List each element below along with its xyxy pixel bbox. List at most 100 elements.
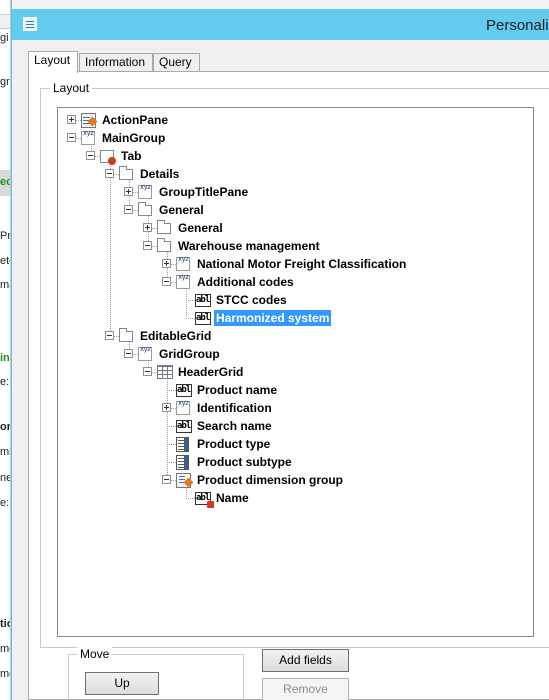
background-text: mar <box>0 279 10 291</box>
tab-information[interactable]: Information <box>79 53 153 72</box>
expand-icon[interactable] <box>143 223 152 232</box>
folder-icon <box>138 202 152 216</box>
collapse-icon[interactable] <box>86 151 95 160</box>
collapse-icon[interactable] <box>124 349 133 358</box>
tree-node[interactable]: Tab <box>58 147 528 165</box>
folder-icon <box>157 238 171 252</box>
field-group-icon <box>138 183 152 199</box>
tree-node-label[interactable]: GridGroup <box>157 346 222 362</box>
reference-group-icon <box>176 473 191 488</box>
background-text: ete <box>0 255 10 267</box>
tree-node[interactable]: EditableGrid <box>58 327 528 345</box>
tree-node[interactable]: Product dimension group <box>58 471 528 489</box>
background-text: Pro <box>0 230 11 242</box>
tab-layout[interactable]: Layout <box>28 51 78 73</box>
collapse-icon[interactable] <box>143 367 152 376</box>
collapse-icon[interactable] <box>124 205 133 214</box>
tree-node-label[interactable]: ActionPane <box>100 112 170 128</box>
grid-icon <box>157 365 173 379</box>
tree-node-label[interactable]: Details <box>138 166 181 182</box>
tree-node-label[interactable]: GroupTitlePane <box>157 184 250 200</box>
tree-node[interactable]: Warehouse management <box>58 237 528 255</box>
tree-node[interactable]: Identification <box>58 399 528 417</box>
tree-node[interactable]: Product subtype <box>58 453 528 471</box>
tree-node[interactable]: STCC codes <box>58 291 528 309</box>
title-bar[interactable]: Personaliz <box>12 9 549 40</box>
tree-node-label[interactable]: Search name <box>195 418 274 434</box>
tree-node-label[interactable]: Product type <box>195 436 272 452</box>
collapse-icon[interactable] <box>143 241 152 250</box>
tree-node[interactable]: HeaderGrid <box>58 363 528 381</box>
tree-node[interactable]: General <box>58 201 528 219</box>
tree-node-label[interactable]: MainGroup <box>100 130 167 146</box>
tree-node-label[interactable]: General <box>176 220 225 236</box>
string-field-icon <box>195 294 211 307</box>
tree-node[interactable]: MainGroup <box>58 129 528 147</box>
tree-node-label[interactable]: Name <box>214 490 251 506</box>
tree-node-label[interactable]: Harmonized system <box>214 310 332 326</box>
background-text: ec <box>0 176 10 188</box>
combobox-icon <box>176 455 189 470</box>
tree-node[interactable]: Details <box>58 165 528 183</box>
layout-tab-page: Layout ActionPane MainGroup Tab Details Grou… <box>28 71 549 700</box>
tree-node-label[interactable]: Product name <box>195 382 279 398</box>
string-field-icon <box>176 420 192 433</box>
tree-node[interactable]: ActionPane <box>58 111 528 129</box>
tree-node-label[interactable]: Additional codes <box>195 274 296 290</box>
tab-query[interactable]: Query <box>153 53 200 72</box>
collapse-icon[interactable] <box>162 277 171 286</box>
tree-node[interactable]: Product type <box>58 435 528 453</box>
remove-button[interactable]: Remove <box>262 678 349 700</box>
action-pane-icon <box>81 113 96 128</box>
background-text: me <box>0 668 10 680</box>
tree-node[interactable]: National Motor Freight Classification <box>58 255 528 273</box>
folder-icon <box>157 220 171 234</box>
layout-group: Layout ActionPane MainGroup Tab Details Grou… <box>40 81 549 648</box>
expand-icon[interactable] <box>162 403 171 412</box>
tree-node-label[interactable]: Product subtype <box>195 454 294 470</box>
tree-node[interactable]: GroupTitlePane <box>58 183 528 201</box>
collapse-icon[interactable] <box>162 475 171 484</box>
tree-node-label[interactable]: EditableGrid <box>138 328 213 344</box>
background-text: on <box>0 421 10 433</box>
tree-node[interactable]: Harmonized system <box>58 309 528 327</box>
collapse-icon[interactable] <box>67 133 76 142</box>
expand-icon[interactable] <box>124 187 133 196</box>
tree-node[interactable]: Search name <box>58 417 528 435</box>
tree-node[interactable]: GridGroup <box>58 345 528 363</box>
background-text: in <box>0 352 10 364</box>
add-fields-button[interactable]: Add fields <box>262 649 349 672</box>
folder-icon <box>119 328 133 342</box>
tree-node-label[interactable]: National Motor Freight Classification <box>195 256 408 272</box>
window-title: Personaliz <box>486 17 549 34</box>
background-text: gi <box>0 32 9 44</box>
field-group-icon <box>176 399 190 415</box>
expand-icon[interactable] <box>162 259 171 268</box>
tree-node-label[interactable]: Product dimension group <box>195 472 345 488</box>
tree-node[interactable]: Name <box>58 489 528 508</box>
tree-node-label[interactable]: HeaderGrid <box>176 364 245 380</box>
layout-tree[interactable]: ActionPane MainGroup Tab Details GroupTitleP… <box>57 107 534 637</box>
tree-node-label[interactable]: Tab <box>119 148 143 164</box>
tree-node-label[interactable]: STCC codes <box>214 292 289 308</box>
window-icon[interactable] <box>23 17 37 31</box>
expand-icon[interactable] <box>67 115 76 124</box>
tree-node-label[interactable]: General <box>157 202 206 218</box>
tree-node-label[interactable]: Warehouse management <box>176 238 322 254</box>
background-text: e: <box>0 497 10 509</box>
background-text: me <box>0 643 10 655</box>
up-button[interactable]: Up <box>85 672 159 695</box>
tree-node-label[interactable]: Identification <box>195 400 274 416</box>
field-group-icon <box>81 129 95 145</box>
string-field-icon <box>195 312 211 325</box>
folder-icon <box>119 166 133 180</box>
tree-node[interactable]: Product name <box>58 381 528 399</box>
tree-node[interactable]: General <box>58 219 528 237</box>
combobox-icon <box>176 437 189 452</box>
collapse-icon[interactable] <box>105 331 114 340</box>
string-field-red-icon <box>195 492 214 508</box>
tree-node[interactable]: Additional codes <box>58 273 528 291</box>
collapse-icon[interactable] <box>105 169 114 178</box>
tab-icon <box>100 150 116 165</box>
move-group-legend: Move <box>77 647 113 661</box>
